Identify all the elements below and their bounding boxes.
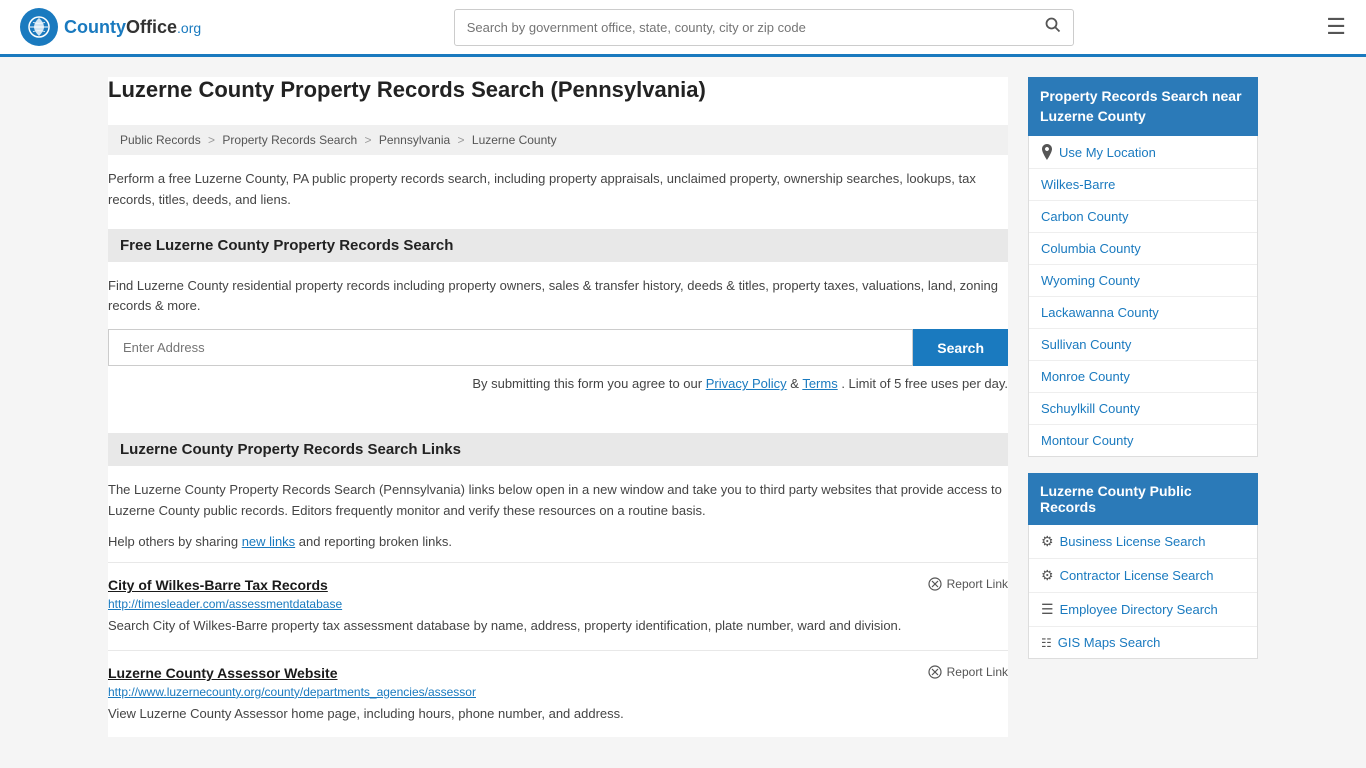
- header: CountyOffice.org ☰: [0, 0, 1366, 57]
- nearby-carbon-county[interactable]: Carbon County: [1029, 201, 1257, 233]
- privacy-policy-link[interactable]: Privacy Policy: [706, 376, 787, 391]
- breadcrumb-luzerne-county[interactable]: Luzerne County: [472, 133, 557, 147]
- report-link-button[interactable]: Report Link: [928, 577, 1008, 591]
- gis-maps-link[interactable]: GIS Maps Search: [1058, 635, 1161, 650]
- business-license-search-item[interactable]: ⚙ Business License Search: [1029, 525, 1257, 559]
- employee-directory-search-item[interactable]: ☰ Employee Directory Search: [1029, 593, 1257, 627]
- nearby-link[interactable]: Monroe County: [1041, 369, 1130, 384]
- nearby-lackawanna-county[interactable]: Lackawanna County: [1029, 297, 1257, 329]
- nearby-wilkes-barre[interactable]: Wilkes-Barre: [1029, 169, 1257, 201]
- link-item: City of Wilkes-Barre Tax Records Report …: [108, 562, 1008, 650]
- breadcrumb-separator-1: >: [208, 133, 218, 147]
- global-search-button[interactable]: [1033, 10, 1073, 45]
- report-icon: [928, 577, 942, 591]
- breadcrumb-public-records[interactable]: Public Records: [120, 133, 201, 147]
- business-license-link[interactable]: Business License Search: [1060, 534, 1206, 549]
- breadcrumb-separator-2: >: [364, 133, 374, 147]
- nearby-link[interactable]: Lackawanna County: [1041, 305, 1159, 320]
- nearby-list: Use My Location Wilkes-Barre Carbon Coun…: [1028, 136, 1258, 457]
- link-item-header: Luzerne County Assessor Website Report L…: [108, 665, 1008, 681]
- nearby-wyoming-county[interactable]: Wyoming County: [1029, 265, 1257, 297]
- location-pin-icon: [1041, 144, 1053, 160]
- free-search-description: Find Luzerne County residential property…: [108, 276, 1008, 318]
- use-location-item[interactable]: Use My Location: [1029, 136, 1257, 169]
- nearby-link[interactable]: Wilkes-Barre: [1041, 177, 1115, 192]
- breadcrumb-property-records-search[interactable]: Property Records Search: [222, 133, 357, 147]
- nearby-link[interactable]: Montour County: [1041, 433, 1134, 448]
- nearby-link[interactable]: Schuylkill County: [1041, 401, 1140, 416]
- nearby-columbia-county[interactable]: Columbia County: [1029, 233, 1257, 265]
- address-search-container: Search: [108, 329, 1008, 366]
- page-description: Perform a free Luzerne County, PA public…: [108, 169, 1008, 211]
- menu-button[interactable]: ☰: [1326, 14, 1346, 40]
- logo-icon: [20, 8, 58, 46]
- nearby-monroe-county[interactable]: Monroe County: [1029, 361, 1257, 393]
- employee-directory-link[interactable]: Employee Directory Search: [1060, 602, 1218, 617]
- map-icon: ☷: [1041, 636, 1052, 650]
- gear-icon: ⚙: [1041, 567, 1054, 584]
- contractor-license-link[interactable]: Contractor License Search: [1060, 568, 1214, 583]
- links-section-heading: Luzerne County Property Records Search L…: [108, 433, 1008, 466]
- contractor-license-search-item[interactable]: ⚙ Contractor License Search: [1029, 559, 1257, 593]
- nearby-montour-county[interactable]: Montour County: [1029, 425, 1257, 456]
- gis-maps-search-item[interactable]: ☷ GIS Maps Search: [1029, 627, 1257, 658]
- public-records-section: Luzerne County Public Records ⚙ Business…: [1028, 473, 1258, 659]
- use-location-link[interactable]: Use My Location: [1059, 145, 1156, 160]
- nearby-sullivan-county[interactable]: Sullivan County: [1029, 329, 1257, 361]
- nearby-title: Property Records Search near Luzerne Cou…: [1028, 77, 1258, 136]
- report-link-button[interactable]: Report Link: [928, 665, 1008, 679]
- global-search-input[interactable]: [455, 13, 1033, 42]
- nearby-link[interactable]: Wyoming County: [1041, 273, 1140, 288]
- link-item: Luzerne County Assessor Website Report L…: [108, 650, 1008, 738]
- free-search-form: Find Luzerne County residential property…: [108, 276, 1008, 417]
- nearby-link[interactable]: Sullivan County: [1041, 337, 1131, 352]
- public-records-list: ⚙ Business License Search ⚙ Contractor L…: [1028, 525, 1258, 659]
- link-item-title[interactable]: Luzerne County Assessor Website: [108, 665, 338, 681]
- links-section: Luzerne County Property Records Search L…: [108, 433, 1008, 737]
- report-icon: [928, 665, 942, 679]
- breadcrumb: Public Records > Property Records Search…: [108, 125, 1008, 155]
- address-input[interactable]: [108, 329, 913, 366]
- address-search-button[interactable]: Search: [913, 329, 1008, 366]
- sidebar: Property Records Search near Luzerne Cou…: [1028, 77, 1258, 737]
- nearby-section: Property Records Search near Luzerne Cou…: [1028, 77, 1258, 457]
- link-description: Search City of Wilkes-Barre property tax…: [108, 616, 1008, 636]
- logo-text: CountyOffice.org: [64, 17, 201, 38]
- link-item-header: City of Wilkes-Barre Tax Records Report …: [108, 577, 1008, 593]
- gear-icon: ⚙: [1041, 533, 1054, 550]
- share-note: Help others by sharing new links and rep…: [108, 532, 1008, 553]
- new-links-link[interactable]: new links: [242, 534, 295, 549]
- logo: CountyOffice.org: [20, 8, 201, 46]
- public-records-title: Luzerne County Public Records: [1028, 473, 1258, 525]
- breadcrumb-separator-3: >: [458, 133, 468, 147]
- main-content: Luzerne County Property Records Search (…: [108, 77, 1008, 737]
- link-item-title[interactable]: City of Wilkes-Barre Tax Records: [108, 577, 328, 593]
- page-title: Luzerne County Property Records Search (…: [108, 77, 1008, 113]
- main-container: Luzerne County Property Records Search (…: [93, 57, 1273, 757]
- list-icon: ☰: [1041, 601, 1054, 618]
- nearby-schuylkill-county[interactable]: Schuylkill County: [1029, 393, 1257, 425]
- free-search-heading: Free Luzerne County Property Records Sea…: [108, 229, 1008, 262]
- links-description: The Luzerne County Property Records Sear…: [108, 480, 1008, 522]
- link-description: View Luzerne County Assessor home page, …: [108, 704, 1008, 724]
- terms-link[interactable]: Terms: [802, 376, 837, 391]
- link-url[interactable]: http://www.luzernecounty.org/county/depa…: [108, 685, 1008, 699]
- breadcrumb-pennsylvania[interactable]: Pennsylvania: [379, 133, 450, 147]
- form-note: By submitting this form you agree to our…: [108, 374, 1008, 395]
- link-url[interactable]: http://timesleader.com/assessmentdatabas…: [108, 597, 1008, 611]
- nearby-link[interactable]: Columbia County: [1041, 241, 1141, 256]
- global-search-bar[interactable]: [454, 9, 1074, 46]
- nearby-link[interactable]: Carbon County: [1041, 209, 1128, 224]
